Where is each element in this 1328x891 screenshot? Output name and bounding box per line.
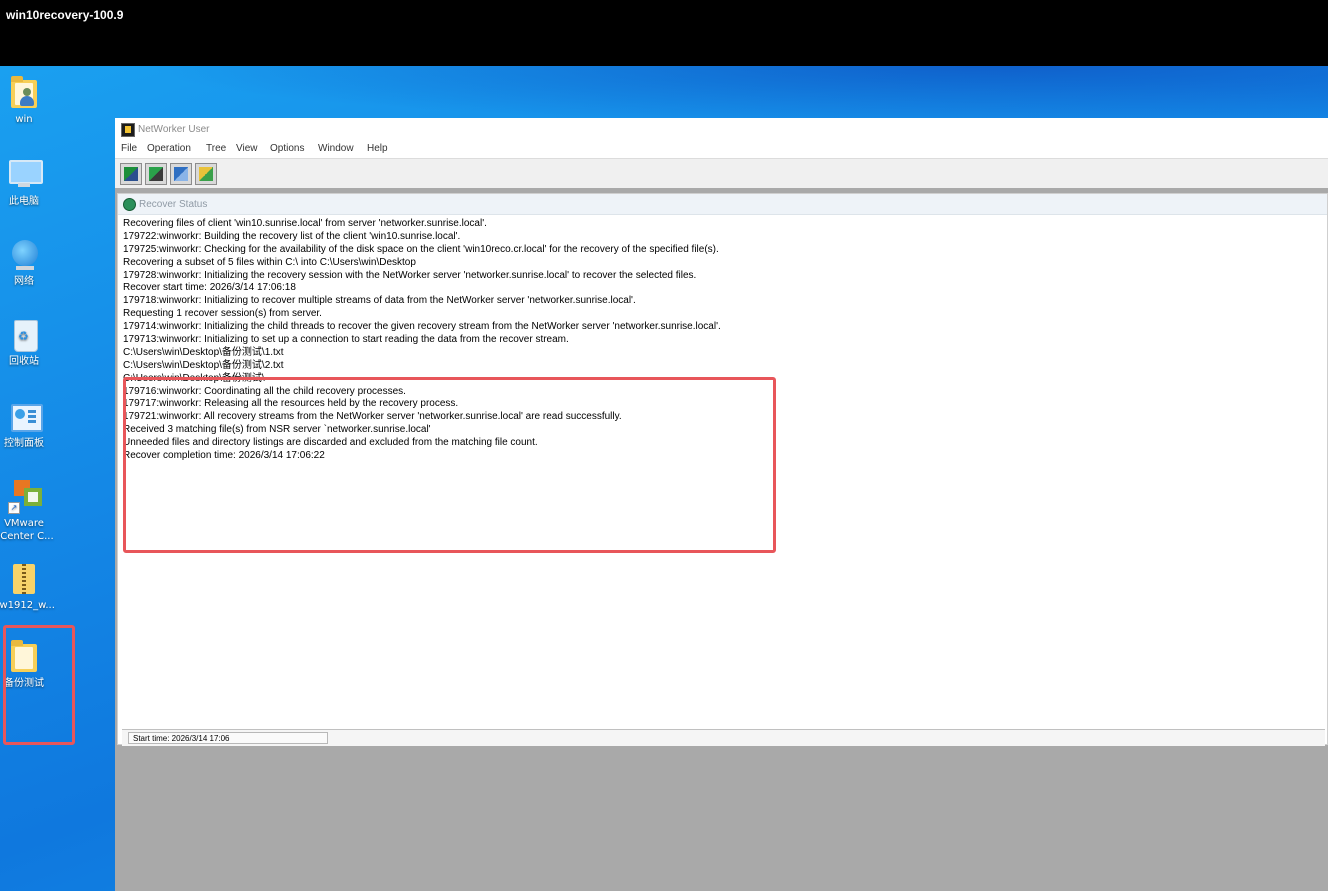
log-line: 179718:winworkr: Initializing to recover…	[123, 295, 636, 307]
highlight-box-desktop-folder	[3, 625, 75, 745]
log-line: 179725:winworkr: Checking for the availa…	[123, 243, 719, 255]
networker-app-icon	[121, 123, 135, 137]
remote-session-title: win10recovery-100.9	[6, 8, 124, 22]
menu-bar: File Operation Tree View Options Window …	[115, 141, 1328, 157]
menu-window[interactable]: Window	[318, 143, 354, 154]
menu-file[interactable]: File	[121, 143, 137, 154]
menu-options[interactable]: Options	[270, 143, 304, 154]
recover-status-title: Recover Status	[139, 199, 208, 210]
desktop-icon-vmware-vcenter[interactable]: ↗ VMware vCenter C...	[0, 478, 59, 543]
user-folder-icon	[6, 74, 42, 110]
desktop-icon-label: 此电脑	[9, 196, 39, 207]
desktop-icon-label: 控制面板	[4, 438, 44, 449]
backup-button[interactable]	[145, 163, 167, 185]
status-start-time: Start time: 2026/3/14 17:06	[128, 732, 328, 744]
log-line: 179722:winworkr: Building the recovery l…	[123, 230, 461, 242]
menu-view[interactable]: View	[236, 143, 258, 154]
desktop-icon-this-pc[interactable]: 此电脑	[0, 156, 59, 208]
window-title-bar: NetWorker User	[115, 118, 1328, 140]
desktop-icon-label-line1: VMware	[4, 518, 44, 529]
desktop-icon-control-panel[interactable]: 控制面板	[0, 398, 59, 450]
zip-folder-icon	[6, 560, 42, 596]
desktop-icon-label: 网络	[14, 276, 34, 287]
desktop-icon-label: 回收站	[9, 356, 39, 367]
shortcut-arrow-icon: ↗	[8, 502, 20, 514]
log-line: 179728:winworkr: Initializing the recove…	[123, 269, 697, 281]
log-line: 179713:winworkr: Initializing to set up …	[123, 334, 569, 346]
log-line: Recovering files of client 'win10.sunris…	[123, 218, 487, 229]
desktop-icon-label-line2: vCenter C...	[0, 531, 54, 542]
log-line: Requesting 1 recover session(s) from ser…	[123, 308, 322, 320]
log-line: Recover start time: 2026/3/14 17:06:18	[123, 282, 296, 294]
control-panel-icon	[6, 398, 43, 434]
remote-session-bar: win10recovery-100.9	[0, 0, 1328, 66]
desktop-icon-recycle-bin[interactable]: ♻ 回收站	[0, 316, 59, 368]
verify-icon	[199, 167, 213, 181]
desktop-icon-label: nw1912_w...	[0, 600, 55, 611]
menu-operation[interactable]: Operation	[147, 143, 191, 154]
toolbar	[115, 158, 1328, 190]
window-title: NetWorker User	[138, 124, 210, 135]
recycle-bin-icon: ♻	[6, 316, 42, 352]
recover-status-title-bar: Recover Status	[118, 194, 1327, 215]
log-line: C:\Users\win\Desktop\备份测试\1.txt	[123, 346, 284, 358]
archive-icon	[174, 167, 188, 181]
recover-button[interactable]	[120, 163, 142, 185]
menu-help[interactable]: Help	[367, 143, 388, 154]
computer-icon	[6, 156, 43, 192]
recover-status-icon	[123, 198, 136, 211]
verify-button[interactable]	[195, 163, 217, 185]
vmware-icon: ↗	[6, 478, 42, 514]
backup-icon	[149, 167, 163, 181]
desktop-icon-network[interactable]: 网络	[0, 236, 59, 288]
menu-tree[interactable]: Tree	[206, 143, 226, 154]
log-line: C:\Users\win\Desktop\备份测试\2.txt	[123, 359, 284, 371]
desktop-icon-label: win	[15, 114, 33, 125]
log-line: Recovering a subset of 5 files within C:…	[123, 256, 416, 268]
archive-button[interactable]	[170, 163, 192, 185]
network-globe-icon	[6, 236, 42, 272]
desktop-icon-user-folder[interactable]: win	[0, 74, 59, 126]
highlight-box-recover-log	[123, 377, 776, 553]
log-line: 179714:winworkr: Initializing the child …	[123, 321, 721, 333]
status-bar: Start time: 2026/3/14 17:06	[122, 729, 1325, 746]
recover-icon	[124, 167, 138, 181]
desktop-icon-nw1912[interactable]: nw1912_w...	[0, 560, 59, 612]
